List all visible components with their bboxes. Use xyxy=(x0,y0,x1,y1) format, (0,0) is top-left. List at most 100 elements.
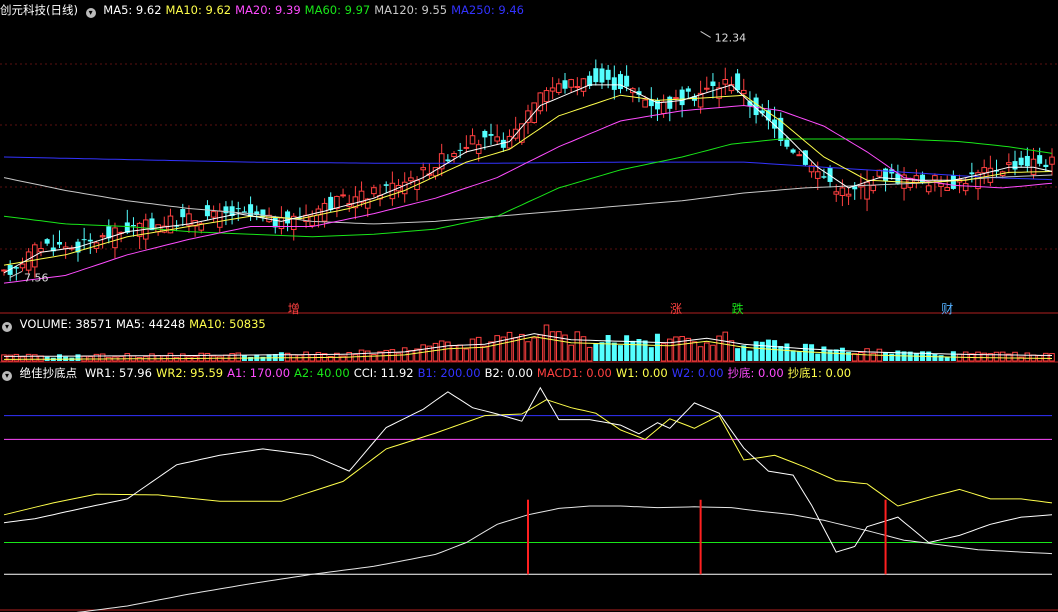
legend-item: CCI: 11.92 xyxy=(353,366,414,380)
candle-body xyxy=(932,175,938,181)
candle-body xyxy=(463,146,470,149)
volume-bar xyxy=(525,341,531,362)
volume-bar xyxy=(784,343,790,361)
candle-body xyxy=(321,202,328,222)
legend-item: 抄底1: 0.00 xyxy=(787,366,852,380)
volume-bar xyxy=(93,353,100,362)
volume-bar xyxy=(593,343,599,361)
legend-item: MACD1: 0.00 xyxy=(536,366,612,380)
candle-body xyxy=(580,78,587,92)
legend-item: 抄底: 0.00 xyxy=(727,366,784,380)
legend-item: MA20: 9.39 xyxy=(235,3,301,17)
legend-item: A2: 40.00 xyxy=(294,366,350,380)
volume-bar xyxy=(765,339,771,361)
candle-body xyxy=(248,204,254,217)
chart-canvas: 12.34 7.56 xyxy=(0,30,1058,612)
candle-body xyxy=(833,191,840,195)
event-marker[interactable]: 跌 xyxy=(732,300,744,317)
volume-bar xyxy=(475,336,482,362)
volume-bar xyxy=(1,354,7,362)
candle-body xyxy=(660,101,667,114)
legend-item: B2: 0.00 xyxy=(484,366,533,380)
volume-bar xyxy=(204,352,211,362)
volume-bar xyxy=(846,351,852,361)
volume-bar xyxy=(654,333,660,361)
volume-bar xyxy=(445,341,451,362)
candle-body xyxy=(241,211,247,213)
candle-body xyxy=(180,209,186,218)
indicator-title: 绝佳抄底点 xyxy=(19,366,78,380)
volume-bar xyxy=(488,341,494,362)
stock-title: 创元科技(日线) xyxy=(0,3,78,17)
volume-bar xyxy=(438,340,445,362)
candle-body xyxy=(839,187,846,197)
candle-body xyxy=(611,77,617,90)
candle-body xyxy=(784,139,790,147)
volume-bar xyxy=(352,354,359,362)
candle-body xyxy=(99,235,106,238)
candle-body xyxy=(482,130,488,138)
candle-body xyxy=(1006,162,1012,165)
candle-body xyxy=(864,181,870,200)
event-marker[interactable]: 增 xyxy=(288,300,300,317)
candle-body xyxy=(821,176,827,178)
volume-bar xyxy=(913,353,919,361)
volume-bar xyxy=(703,342,710,362)
volume-bar xyxy=(815,353,821,361)
candle-body xyxy=(1043,164,1049,168)
volume-bar xyxy=(179,353,186,362)
legend-item: MA10: 50835 xyxy=(189,317,266,331)
volume-bar xyxy=(1012,351,1018,362)
volume-bar xyxy=(642,340,648,361)
volume-bar xyxy=(543,324,550,362)
event-marker[interactable]: 财 xyxy=(941,300,953,317)
high-price-label: 12.34 xyxy=(715,31,747,44)
legend-item: MA5: 9.62 xyxy=(103,3,162,17)
volume-bar xyxy=(303,351,309,362)
volume-bar xyxy=(660,343,667,362)
candle-body xyxy=(328,196,334,211)
volume-bar xyxy=(432,342,439,362)
candle-body xyxy=(87,239,93,242)
candle-body xyxy=(469,135,476,145)
volume-bar xyxy=(685,337,692,362)
collapse-toggle-icon[interactable]: ▾ xyxy=(2,322,12,332)
volume-bar xyxy=(408,350,414,362)
volume-bar xyxy=(25,353,32,362)
volume-bar xyxy=(833,349,839,361)
candle-body xyxy=(981,167,987,174)
volume-bar xyxy=(883,352,889,361)
volume-bar xyxy=(728,340,735,362)
candle-body xyxy=(445,159,451,162)
volume-bar xyxy=(624,335,630,361)
volume-bar xyxy=(537,334,544,362)
event-marker[interactable]: 涨 xyxy=(670,300,682,317)
candle-body xyxy=(950,175,956,189)
volume-bar xyxy=(962,351,969,362)
candle-body xyxy=(549,87,556,92)
volume-bar xyxy=(494,335,500,362)
candle-body xyxy=(451,152,457,158)
volume-bar xyxy=(938,355,944,361)
candle-body xyxy=(44,239,50,244)
candle-body xyxy=(673,97,679,100)
candle-body xyxy=(556,83,562,93)
candle-body xyxy=(457,149,463,151)
volume-bar xyxy=(839,347,845,361)
volume-bar xyxy=(173,356,180,362)
volume-bar xyxy=(482,345,488,362)
volume-bar xyxy=(13,353,20,362)
volume-bar xyxy=(648,347,654,361)
volume-bar xyxy=(506,331,513,362)
candle-body xyxy=(568,79,574,88)
volume-bar xyxy=(395,352,402,362)
ma250-line xyxy=(3,156,1053,181)
volume-bar xyxy=(975,351,981,362)
volume-bar xyxy=(759,341,765,361)
legend-item: MA250: 9.46 xyxy=(451,3,524,17)
volume-bar xyxy=(198,352,205,362)
volume-bar xyxy=(568,344,574,362)
collapse-toggle-icon[interactable]: ▾ xyxy=(2,371,12,381)
collapse-toggle-icon[interactable]: ▾ xyxy=(85,8,96,18)
volume-bar xyxy=(371,353,377,362)
